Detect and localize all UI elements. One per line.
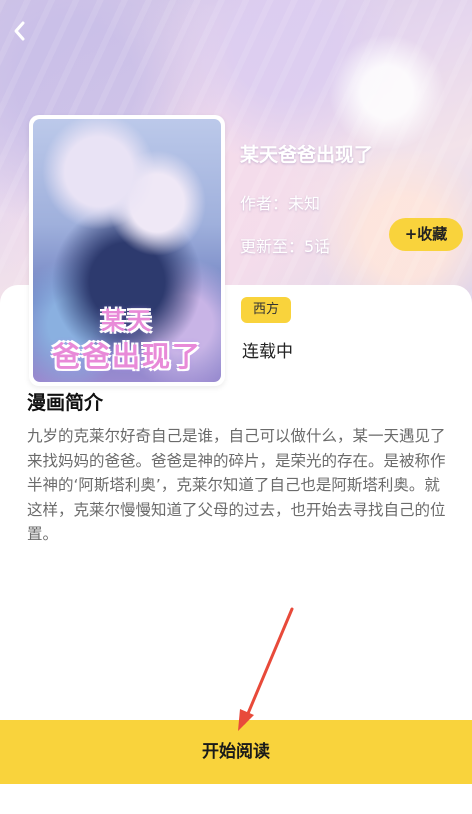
cover-title-line1: 某天 [101, 307, 153, 335]
cover-artwork: 某天 爸爸出现了 [33, 119, 221, 382]
comic-detail-screen: 某天 爸爸出现了 某天爸爸出现了 作者：未知 更新至：5话 +收藏 西方 连载中… [0, 0, 472, 814]
cover-title-line2: 爸爸出现了 [51, 340, 202, 373]
intro-heading: 漫画简介 [27, 392, 104, 414]
comic-title: 某天爸爸出现了 [240, 144, 374, 166]
chevron-left-icon [14, 21, 25, 41]
back-button[interactable] [8, 18, 32, 44]
comic-cover: 某天 爸爸出现了 [29, 115, 225, 386]
comic-author: 作者：未知 [240, 194, 321, 213]
intro-text: 九岁的克莱尔好奇自己是谁，自己可以做什么，某一天遇见了来找妈妈的爸爸。爸爸是神的… [27, 427, 446, 543]
start-reading-button[interactable]: 开始阅读 [0, 720, 472, 784]
collect-button[interactable]: +收藏 [389, 218, 463, 251]
serial-status: 连载中 [242, 342, 293, 362]
genre-tag[interactable]: 西方 [241, 297, 292, 323]
comic-update-progress: 更新至：5话 [240, 237, 331, 256]
